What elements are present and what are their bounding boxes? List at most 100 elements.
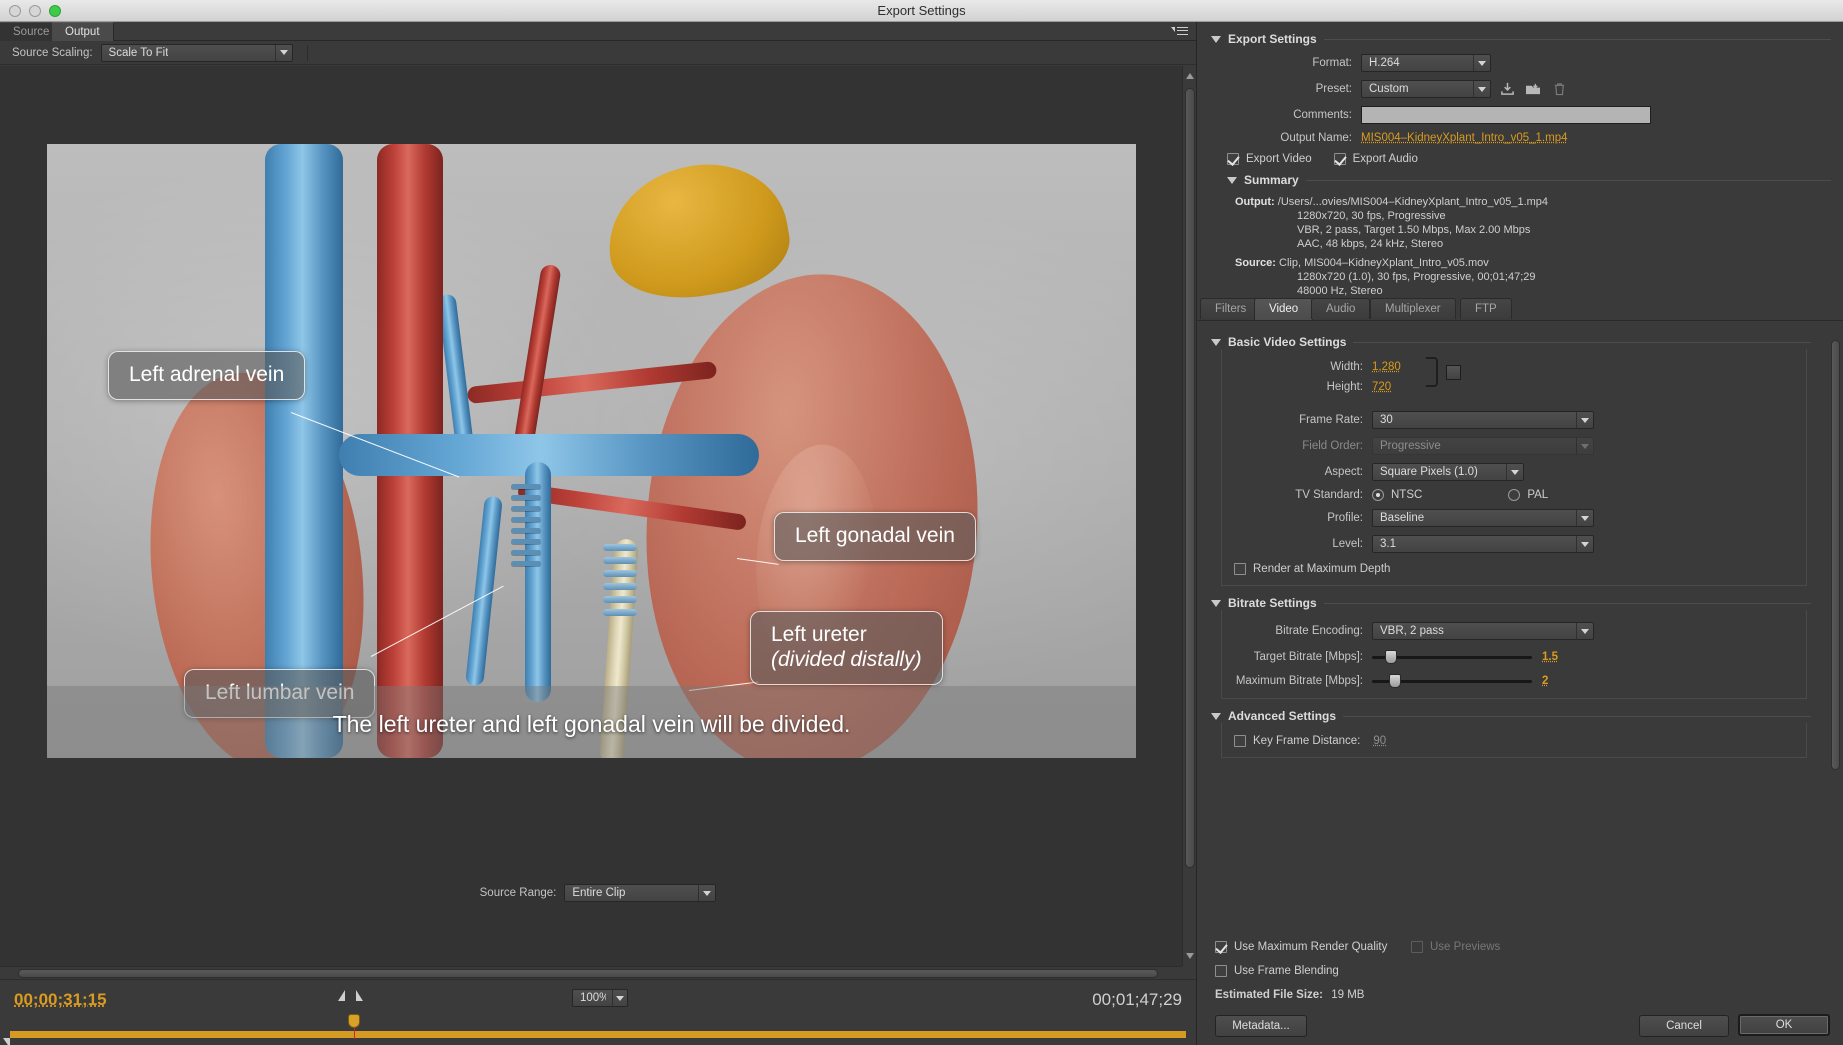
ok-button[interactable]: OK [1738, 1014, 1830, 1036]
bitrate-group-header[interactable]: Bitrate Settings [1211, 596, 1811, 610]
width-value[interactable]: 1,280 [1372, 361, 1401, 373]
summary-group-header[interactable]: Summary [1227, 173, 1831, 187]
source-scaling-row: Source Scaling: Scale To Fit [0, 41, 1196, 65]
scroll-up-icon[interactable] [1186, 73, 1194, 79]
tab-audio[interactable]: Audio [1311, 298, 1371, 319]
render-max-depth-checkbox[interactable]: Render at Maximum Depth [1234, 563, 1806, 575]
comments-input[interactable] [1361, 106, 1651, 124]
checkbox-icon [1411, 941, 1423, 953]
chevron-down-icon [1506, 464, 1523, 480]
source-range-select[interactable]: Entire Clip [564, 884, 717, 902]
profile-select[interactable]: Baseline [1372, 509, 1594, 527]
export-settings-group-header[interactable]: Export Settings [1211, 32, 1831, 46]
advanced-group-header[interactable]: Advanced Settings [1211, 709, 1811, 723]
tab-output[interactable]: Output [52, 22, 114, 41]
preview-horizontal-scrollbar[interactable] [0, 966, 1182, 979]
disclosure-triangle-icon[interactable] [1211, 599, 1221, 607]
callout-left-adrenal-vein: Left adrenal vein [108, 351, 306, 400]
zoom-level-select[interactable]: 100% [572, 989, 628, 1007]
height-row: Height: 720 [1222, 381, 1806, 393]
preview-vertical-scrollbar[interactable] [1182, 66, 1196, 966]
export-video-checkbox[interactable]: Export Video [1227, 153, 1312, 165]
panel-menu-button[interactable] [1170, 24, 1190, 38]
metadata-button[interactable]: Metadata... [1215, 1015, 1307, 1037]
timeline-scrub-bar[interactable] [10, 1031, 1186, 1038]
group-divider [1305, 179, 1831, 181]
key-frame-distance-label: Key Frame Distance: [1253, 735, 1361, 747]
target-bitrate-label: Target Bitrate [Mbps]: [1253, 651, 1363, 663]
chevron-down-icon [1473, 81, 1490, 97]
transport-bar: 00;00;31;15 00;01;47;29 100% [0, 979, 1196, 1045]
bitrate-encoding-select[interactable]: VBR, 2 pass [1372, 622, 1594, 640]
summary-group-title: Summary [1244, 173, 1299, 187]
tab-multiplexer[interactable]: Multiplexer [1370, 298, 1456, 319]
source-scaling-select[interactable]: Scale To Fit [100, 43, 293, 62]
export-audio-checkbox[interactable]: Export Audio [1333, 153, 1418, 165]
tv-standard-ntsc-radio[interactable]: NTSC [1372, 489, 1422, 501]
summary-output-line: 1280x720, 30 fps, Progressive [1297, 210, 1446, 222]
frame-blending-checkbox[interactable]: Use Frame Blending [1215, 965, 1339, 977]
scroll-thumb[interactable] [1185, 88, 1195, 868]
settings-vertical-scrollbar[interactable] [1829, 322, 1842, 920]
video-preview-area[interactable]: Left adrenal vein Left gonadal vein Left… [0, 66, 1182, 966]
summary-source-line: 48000 Hz, Stereo [1297, 285, 1383, 297]
tab-ftp[interactable]: FTP [1460, 298, 1512, 319]
key-frame-distance-checkbox[interactable]: Key Frame Distance: 90 [1234, 735, 1806, 747]
output-name-link[interactable]: MIS004–KidneyXplant_Intro_v05_1.mp4 [1361, 132, 1568, 144]
import-preset-icon [1526, 83, 1540, 95]
settings-tabstrip: Filters Video Audio Multiplexer FTP [1200, 298, 1840, 320]
max-render-quality-checkbox[interactable]: Use Maximum Render Quality [1215, 941, 1387, 953]
cancel-button[interactable]: Cancel [1639, 1015, 1729, 1037]
in-point-marker-icon[interactable] [338, 990, 345, 1001]
summary-output-key: Output: [1235, 196, 1275, 208]
field-order-row: Field Order: Progressive [1222, 437, 1806, 455]
export-toggles-row: Export Video Export Audio [1211, 153, 1831, 165]
target-bitrate-value[interactable]: 1.5 [1542, 651, 1558, 663]
disclosure-triangle-icon[interactable] [1227, 176, 1237, 184]
tv-standard-row: TV Standard: NTSC PAL [1222, 489, 1806, 501]
use-previews-checkbox: Use Previews [1411, 941, 1500, 953]
save-preset-button[interactable] [1497, 80, 1517, 98]
tab-filters[interactable]: Filters [1200, 298, 1262, 319]
height-value[interactable]: 720 [1372, 381, 1391, 393]
link-toggle-icon[interactable] [1446, 364, 1461, 380]
range-start-marker-icon[interactable] [3, 1038, 10, 1045]
aspect-link-control[interactable] [1426, 357, 1461, 387]
scroll-down-icon[interactable] [1186, 953, 1194, 959]
slider-knob[interactable] [1385, 650, 1397, 664]
slider-knob[interactable] [1389, 674, 1401, 688]
summary-output-path: /Users/...ovies/MIS004–KidneyXplant_Intr… [1277, 196, 1549, 208]
key-frame-distance-value[interactable]: 90 [1373, 735, 1386, 747]
format-select[interactable]: H.264 [1361, 54, 1491, 72]
playhead-handle[interactable] [348, 1014, 360, 1039]
summary-output-line: Output: /Users/...ovies/MIS004–KidneyXpl… [1235, 195, 1823, 209]
summary-content: Output: /Users/...ovies/MIS004–KidneyXpl… [1227, 193, 1831, 306]
max-bitrate-value[interactable]: 2 [1542, 675, 1548, 687]
current-timecode[interactable]: 00;00;31;15 [14, 990, 107, 1010]
max-bitrate-slider[interactable] [1372, 674, 1532, 688]
disclosure-triangle-icon[interactable] [1211, 338, 1221, 346]
checkbox-icon [1333, 153, 1346, 165]
level-select[interactable]: 3.1 [1372, 535, 1594, 553]
field-order-select: Progressive [1372, 437, 1594, 455]
aspect-select[interactable]: Square Pixels (1.0) [1372, 463, 1524, 481]
field-order-label: Field Order: [1302, 440, 1363, 452]
frame-rate-select[interactable]: 30 [1372, 411, 1594, 429]
bitrate-encoding-row: Bitrate Encoding: VBR, 2 pass [1222, 622, 1806, 640]
delete-preset-button[interactable] [1549, 80, 1569, 98]
out-point-marker-icon[interactable] [356, 990, 363, 1001]
basic-video-group-header[interactable]: Basic Video Settings [1211, 335, 1811, 349]
disclosure-triangle-icon[interactable] [1211, 712, 1221, 720]
import-preset-button[interactable] [1523, 80, 1543, 98]
tv-pal-label: PAL [1527, 489, 1549, 501]
target-bitrate-slider[interactable] [1372, 650, 1532, 664]
disclosure-triangle-icon[interactable] [1211, 35, 1221, 43]
scroll-thumb[interactable] [18, 969, 1158, 978]
inferior-vena-cava-shape [265, 144, 343, 758]
video-settings-body: Basic Video Settings Width: 1,280 Height… [1197, 320, 1843, 922]
tv-standard-pal-radio[interactable]: PAL [1508, 489, 1548, 501]
preset-select[interactable]: Custom [1361, 80, 1491, 98]
tv-standard-label: TV Standard: [1295, 489, 1363, 501]
tab-video[interactable]: Video [1254, 298, 1314, 320]
scroll-thumb[interactable] [1831, 340, 1840, 770]
